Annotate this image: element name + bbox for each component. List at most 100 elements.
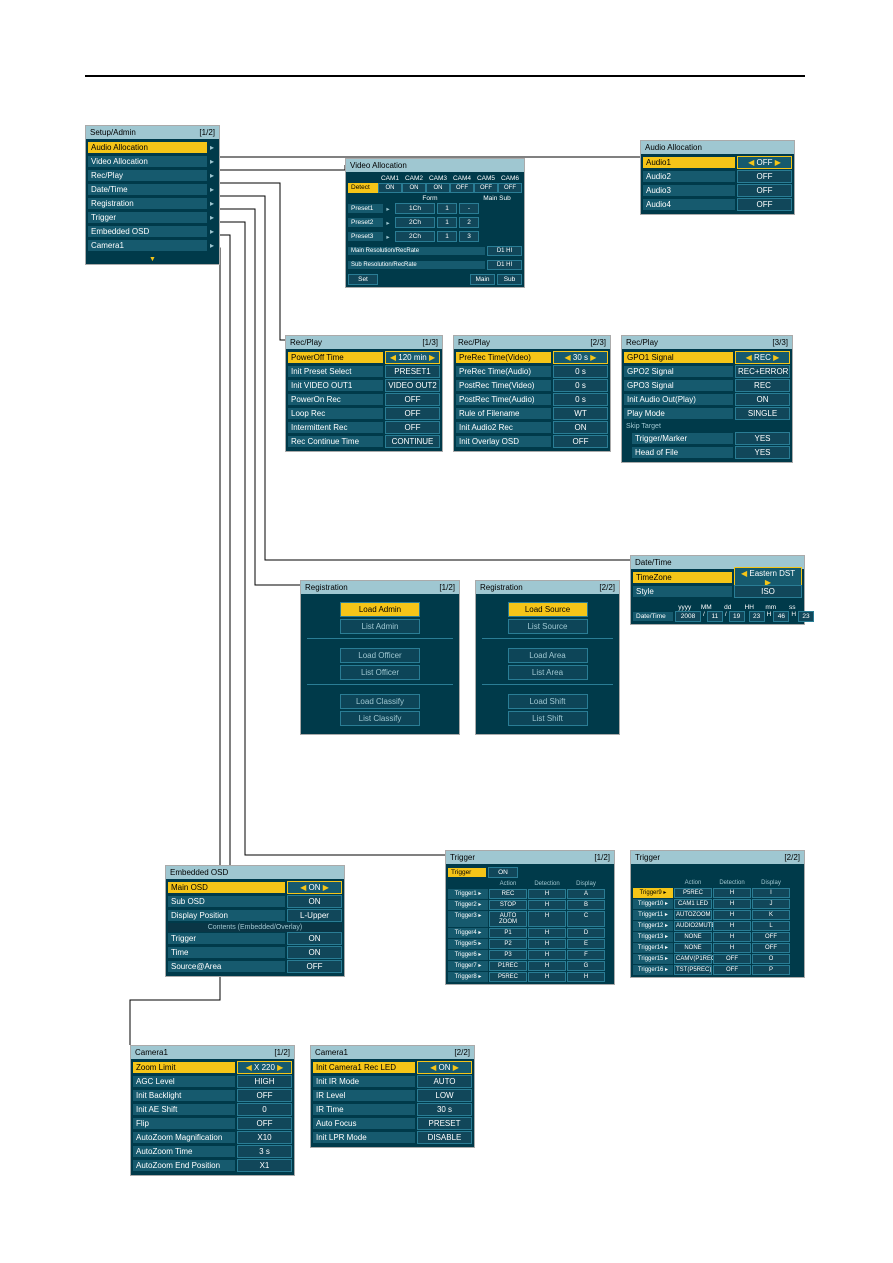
- button[interactable]: List Classify: [340, 711, 420, 726]
- trigger-item[interactable]: Trigger14 ▸: [633, 943, 673, 953]
- timezone-label[interactable]: TimeZone: [633, 572, 732, 583]
- menu-item[interactable]: IR Time: [313, 1104, 415, 1115]
- trigger-label[interactable]: Trigger: [448, 868, 486, 877]
- menu-item[interactable]: PreRec Time(Audio): [456, 366, 551, 377]
- menu-item[interactable]: Time: [168, 947, 285, 958]
- detect-label[interactable]: Detect: [348, 183, 378, 193]
- trigger-item[interactable]: Trigger7 ▸: [448, 961, 488, 971]
- menu-item[interactable]: Loop Rec: [288, 408, 383, 419]
- menu-item[interactable]: Audio Allocation: [88, 142, 207, 153]
- detect-toggle[interactable]: OFF: [474, 183, 498, 193]
- menu-item[interactable]: Init Overlay OSD: [456, 436, 551, 447]
- main-res-label[interactable]: Main Resolution/RecRate: [348, 247, 485, 255]
- trigger-item[interactable]: Trigger1 ▸: [448, 889, 488, 899]
- datetime-label[interactable]: Date/Time: [633, 612, 673, 621]
- detect-toggle[interactable]: ON: [378, 183, 402, 193]
- datetime-field[interactable]: 2008: [675, 611, 701, 622]
- menu-item[interactable]: PostRec Time(Audio): [456, 394, 551, 405]
- preset-label[interactable]: Preset1: [348, 204, 383, 213]
- sub-button[interactable]: Sub: [497, 274, 522, 285]
- datetime-field[interactable]: 23: [798, 611, 814, 622]
- button[interactable]: List Admin: [340, 619, 420, 634]
- menu-item[interactable]: Play Mode: [624, 408, 733, 419]
- menu-item[interactable]: Rule of Filename: [456, 408, 551, 419]
- trigger-item[interactable]: Trigger4 ▸: [448, 928, 488, 938]
- menu-item[interactable]: Init AE Shift: [133, 1104, 235, 1115]
- preset-label[interactable]: Preset2: [348, 218, 383, 227]
- menu-item[interactable]: PreRec Time(Video): [456, 352, 551, 363]
- menu-item[interactable]: PostRec Time(Video): [456, 380, 551, 391]
- menu-item[interactable]: Registration: [88, 198, 207, 209]
- menu-item[interactable]: PowerOff Time: [288, 352, 383, 363]
- menu-item[interactable]: Rec Continue Time: [288, 436, 383, 447]
- menu-item[interactable]: Init IR Mode: [313, 1076, 415, 1087]
- menu-item[interactable]: Sub OSD: [168, 896, 285, 907]
- menu-item[interactable]: Auto Focus: [313, 1118, 415, 1129]
- menu-item[interactable]: Trigger/Marker: [632, 433, 733, 444]
- menu-item[interactable]: AutoZoom Time: [133, 1146, 235, 1157]
- menu-item[interactable]: Trigger: [168, 933, 285, 944]
- menu-item[interactable]: Init Audio2 Rec: [456, 422, 551, 433]
- menu-item[interactable]: GPO3 Signal: [624, 380, 733, 391]
- menu-item[interactable]: Init Camera1 Rec LED: [313, 1062, 415, 1073]
- menu-item[interactable]: AGC Level: [133, 1076, 235, 1087]
- menu-item[interactable]: Init LPR Mode: [313, 1132, 415, 1143]
- trigger-item[interactable]: Trigger12 ▸: [633, 921, 673, 931]
- menu-item[interactable]: Init Preset Select: [288, 366, 383, 377]
- button[interactable]: Load Shift: [508, 694, 588, 709]
- trigger-item[interactable]: Trigger10 ▸: [633, 899, 673, 909]
- style-label[interactable]: Style: [633, 586, 732, 597]
- menu-item[interactable]: Audio3: [643, 185, 735, 196]
- menu-item[interactable]: Source@Area: [168, 961, 285, 972]
- button[interactable]: List Officer: [340, 665, 420, 680]
- datetime-field[interactable]: 19: [729, 611, 745, 622]
- menu-item[interactable]: AutoZoom Magnification: [133, 1132, 235, 1143]
- trigger-item[interactable]: Trigger16 ▸: [633, 965, 673, 975]
- menu-item[interactable]: Head of File: [632, 447, 733, 458]
- button[interactable]: Load Officer: [340, 648, 420, 663]
- menu-item[interactable]: GPO1 Signal: [624, 352, 733, 363]
- trigger-item[interactable]: Trigger6 ▸: [448, 950, 488, 960]
- menu-item[interactable]: AutoZoom End Position: [133, 1160, 235, 1171]
- button[interactable]: Load Area: [508, 648, 588, 663]
- trigger-item[interactable]: Trigger13 ▸: [633, 932, 673, 942]
- menu-item[interactable]: Embedded OSD: [88, 226, 207, 237]
- button[interactable]: Load Source: [508, 602, 588, 617]
- menu-item[interactable]: Main OSD: [168, 882, 285, 893]
- trigger-item[interactable]: Trigger15 ▸: [633, 954, 673, 964]
- menu-item[interactable]: Flip: [133, 1118, 235, 1129]
- menu-item[interactable]: Camera1: [88, 240, 207, 251]
- sub-res-label[interactable]: Sub Resolution/RecRate: [348, 261, 485, 269]
- menu-item[interactable]: Zoom Limit: [133, 1062, 235, 1073]
- detect-toggle[interactable]: ON: [402, 183, 426, 193]
- menu-item[interactable]: PowerOn Rec: [288, 394, 383, 405]
- button[interactable]: List Area: [508, 665, 588, 680]
- trigger-item[interactable]: Trigger8 ▸: [448, 972, 488, 982]
- trigger-item[interactable]: Trigger5 ▸: [448, 939, 488, 949]
- menu-item[interactable]: Intermittent Rec: [288, 422, 383, 433]
- trigger-item[interactable]: Trigger2 ▸: [448, 900, 488, 910]
- menu-item[interactable]: IR Level: [313, 1090, 415, 1101]
- set-button[interactable]: Set: [348, 274, 378, 285]
- menu-item[interactable]: Init Backlight: [133, 1090, 235, 1101]
- detect-toggle[interactable]: OFF: [498, 183, 522, 193]
- menu-item[interactable]: Init Audio Out(Play): [624, 394, 733, 405]
- trigger-item[interactable]: Trigger3 ▸: [448, 911, 488, 927]
- datetime-field[interactable]: 11: [707, 611, 723, 622]
- menu-item[interactable]: Video Allocation: [88, 156, 207, 167]
- detect-toggle[interactable]: ON: [426, 183, 450, 193]
- menu-item[interactable]: GPO2 Signal: [624, 366, 733, 377]
- button[interactable]: Load Classify: [340, 694, 420, 709]
- menu-item[interactable]: Audio4: [643, 199, 735, 210]
- detect-toggle[interactable]: OFF: [450, 183, 474, 193]
- menu-item[interactable]: Rec/Play: [88, 170, 207, 181]
- datetime-field[interactable]: 46: [773, 611, 789, 622]
- button[interactable]: List Shift: [508, 711, 588, 726]
- menu-item[interactable]: Trigger: [88, 212, 207, 223]
- menu-item[interactable]: Init VIDEO OUT1: [288, 380, 383, 391]
- trigger-item[interactable]: Trigger11 ▸: [633, 910, 673, 920]
- menu-item[interactable]: Audio1: [643, 157, 735, 168]
- menu-item[interactable]: Display Position: [168, 910, 285, 921]
- main-button[interactable]: Main: [470, 274, 495, 285]
- menu-item[interactable]: Audio2: [643, 171, 735, 182]
